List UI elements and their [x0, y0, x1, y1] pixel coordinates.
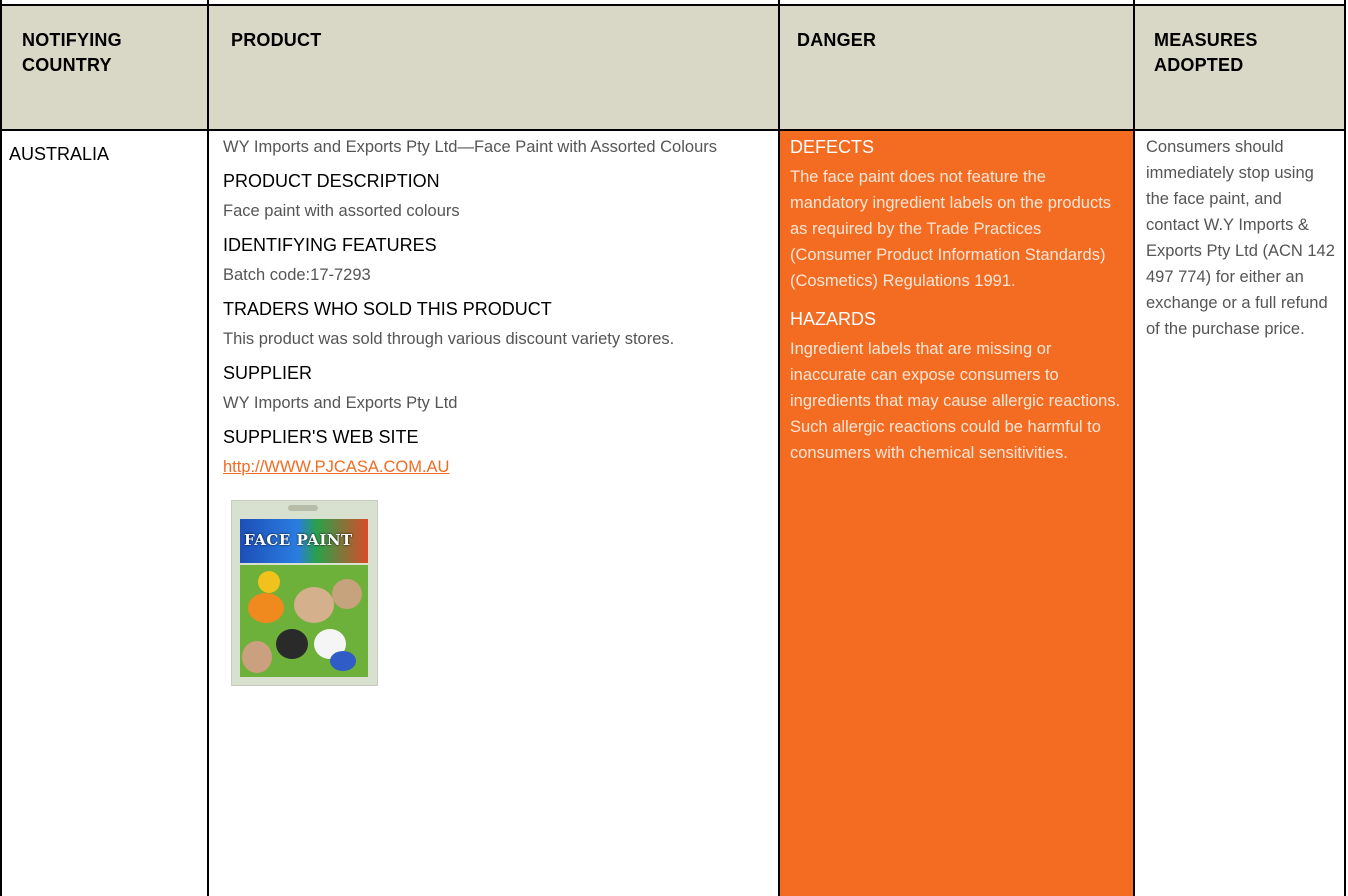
hazards-text: Ingredient labels that are missing or in… [790, 340, 1121, 462]
measures-text: Consumers should immediately stop using … [1146, 138, 1335, 338]
product-alert-table: NOTIFYING COUNTRY PRODUCT DANGER MEASURE… [0, 0, 1346, 896]
header-product: PRODUCT [207, 4, 780, 131]
product-image-label: FACE PAINT [244, 531, 353, 549]
header-danger: DANGER [778, 4, 1135, 131]
hazards-title: HAZARDS [790, 309, 877, 329]
defects-title: DEFECTS [790, 137, 875, 157]
supplier-title: SUPPLIER [223, 363, 313, 383]
danger-cell: DEFECTS The face paint does not feature … [778, 129, 1135, 896]
supplier-website-link[interactable]: http://WWW.PJCASA.COM.AU [223, 458, 449, 476]
country-cell: AUSTRALIA [0, 129, 209, 896]
product-name: WY Imports and Exports Pty Ltd—Face Pain… [223, 138, 717, 156]
product-cell: WY Imports and Exports Pty Ltd—Face Pain… [207, 129, 780, 896]
header-notifying-country: NOTIFYING COUNTRY [0, 4, 209, 131]
header-measures-adopted: MEASURES ADOPTED [1133, 4, 1346, 131]
table-header-row: NOTIFYING COUNTRY PRODUCT DANGER MEASURE… [0, 4, 1346, 131]
supplier-name: WY Imports and Exports Pty Ltd [223, 394, 458, 412]
traders-title: TRADERS WHO SOLD THIS PRODUCT [223, 299, 552, 319]
defects-text: The face paint does not feature the mand… [790, 168, 1112, 290]
supplier-website-title: SUPPLIER'S WEB SITE [223, 427, 419, 447]
identifying-features-title: IDENTIFYING FEATURES [223, 235, 437, 255]
table-row: AUSTRALIA WY Imports and Exports Pty Ltd… [0, 129, 1346, 896]
product-image: FACE PAINT [231, 500, 378, 686]
product-description: Face paint with assorted colours [223, 202, 460, 220]
product-description-title: PRODUCT DESCRIPTION [223, 171, 440, 191]
traders-text: This product was sold through various di… [223, 330, 675, 348]
measures-cell: Consumers should immediately stop using … [1133, 129, 1346, 896]
identifying-features: Batch code:17-7293 [223, 266, 371, 284]
